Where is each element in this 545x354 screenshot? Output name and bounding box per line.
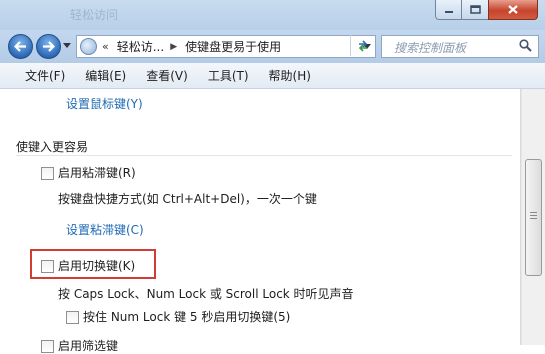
sticky-keys-settings-link[interactable]: 设置粘滞键(C) — [66, 221, 144, 238]
grip-line — [530, 212, 537, 213]
toggle-keys-label[interactable]: 启用切换键(K) — [58, 257, 135, 274]
breadcrumb-separator-icon[interactable]: ▶ — [170, 42, 177, 52]
search-placeholder: 搜索控制面板 — [394, 41, 467, 55]
menu-help[interactable]: 帮助(H) — [267, 67, 313, 84]
sticky-keys-label[interactable]: 启用粘滞键(R) — [58, 164, 136, 181]
minimize-button[interactable] — [435, 0, 462, 20]
menu-edit[interactable]: 编辑(E) — [83, 67, 128, 84]
title-bar: 轻松访问 — [0, 0, 545, 30]
breadcrumb-item[interactable]: 轻松访... — [117, 38, 164, 55]
menu-tools[interactable]: 工具(T) — [206, 67, 251, 84]
filter-keys-checkbox[interactable] — [41, 340, 54, 353]
close-icon — [508, 5, 518, 14]
refresh-button[interactable] — [350, 35, 375, 56]
back-arrow-icon — [14, 41, 26, 52]
settings-content: 设置鼠标键(Y) 使键入更容易 启用粘滞键(R) 按键盘快捷方式(如 Ctrl+… — [0, 89, 520, 353]
grip-line — [530, 218, 537, 219]
search-input[interactable]: 搜索控制面板 — [381, 35, 539, 58]
mouse-keys-link[interactable]: 设置鼠标键(Y) — [66, 95, 143, 112]
menu-view[interactable]: 查看(V) — [144, 67, 190, 84]
breadcrumb-current[interactable]: 使键盘更易于使用 — [185, 38, 281, 55]
minimize-icon — [444, 10, 453, 13]
toggle-keys-checkbox[interactable] — [41, 260, 54, 273]
close-button[interactable] — [488, 0, 538, 20]
breadcrumb-overflow[interactable]: « — [102, 40, 109, 53]
back-button[interactable] — [8, 34, 33, 59]
search-icon[interactable] — [519, 39, 532, 52]
history-dropdown-icon[interactable] — [63, 43, 71, 48]
control-panel-icon — [80, 38, 97, 55]
filter-keys-label[interactable]: 启用筛选键 — [58, 337, 118, 354]
toggle-keys-hold-label[interactable]: 按住 Num Lock 键 5 秒启用切换键(5) — [83, 308, 290, 325]
menu-file[interactable]: 文件(F) — [23, 67, 67, 84]
maximize-icon — [469, 5, 481, 14]
section-divider — [16, 155, 512, 156]
vertical-scrollbar[interactable] — [520, 89, 545, 345]
refresh-icon — [358, 39, 368, 52]
toggle-keys-description: 按 Caps Lock、Num Lock 或 Scroll Lock 时听见声音 — [58, 287, 354, 301]
scroll-track — [521, 89, 522, 345]
forward-arrow-icon — [43, 41, 55, 52]
menu-bar: 文件(F) 编辑(E) 查看(V) 工具(T) 帮助(H) — [0, 63, 545, 89]
sticky-keys-checkbox[interactable] — [41, 167, 54, 180]
address-bar[interactable]: « 轻松访... ▶ 使键盘更易于使用 — [76, 35, 376, 58]
maximize-button[interactable] — [461, 0, 489, 20]
section-title: 使键入更容易 — [16, 140, 89, 154]
window-title: 轻松访问 — [70, 8, 119, 22]
navigation-bar: « 轻松访... ▶ 使键盘更易于使用 搜索控制面板 — [0, 30, 545, 63]
sticky-keys-description: 按键盘快捷方式(如 Ctrl+Alt+Del)，一次一个键 — [58, 192, 317, 206]
scroll-thumb[interactable] — [525, 159, 542, 276]
toggle-keys-hold-checkbox[interactable] — [66, 311, 79, 324]
forward-button[interactable] — [36, 34, 61, 59]
grip-line — [530, 215, 537, 216]
